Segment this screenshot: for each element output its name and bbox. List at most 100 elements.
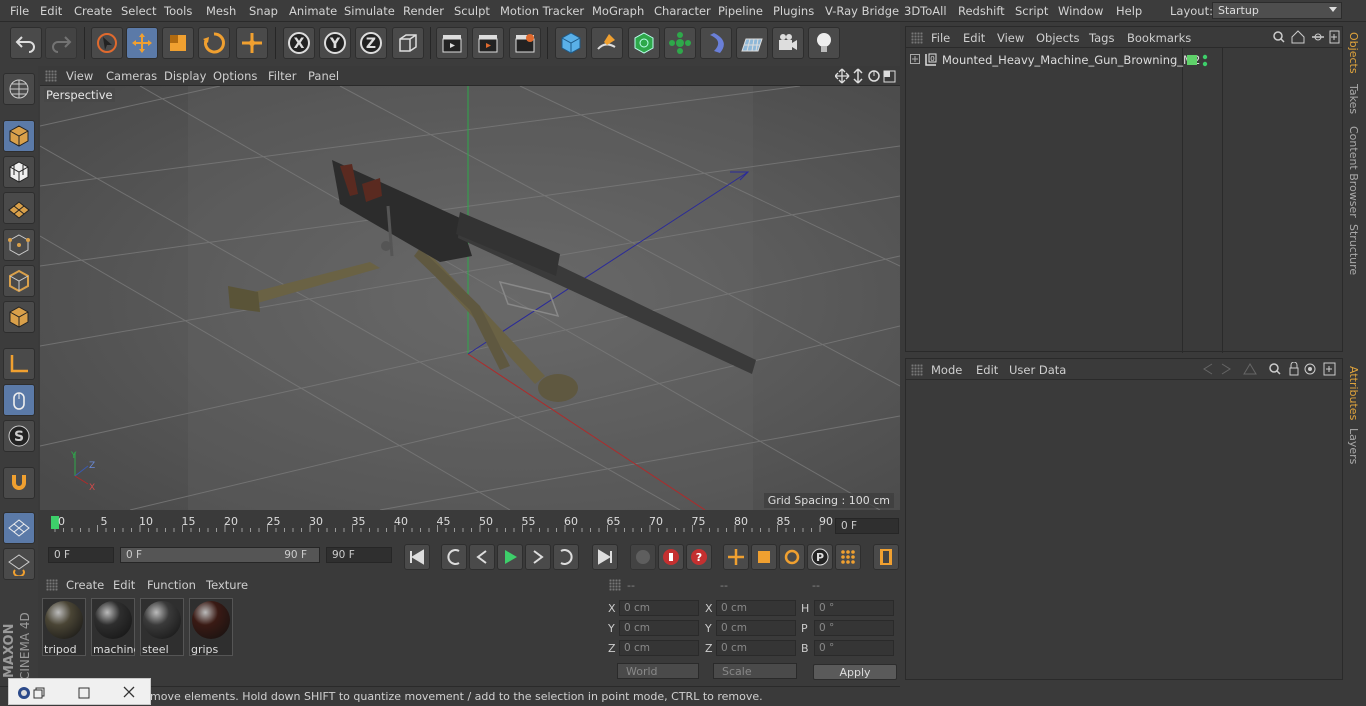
attribute-menu-edit[interactable]: Edit: [976, 363, 998, 377]
attribute-menu-mode[interactable]: Mode: [931, 363, 962, 377]
object-manager-tools[interactable]: [1272, 30, 1340, 44]
redo-button[interactable]: [45, 27, 77, 59]
menu-plugins[interactable]: Plugins: [773, 4, 814, 18]
panel-grip-icon[interactable]: [911, 364, 923, 376]
go-to-end-button[interactable]: [592, 544, 618, 570]
menu-character[interactable]: Character: [654, 4, 711, 18]
menu-file[interactable]: File: [10, 4, 29, 18]
menu-3dtoall[interactable]: 3DToAll: [904, 4, 947, 18]
camera-button[interactable]: [772, 27, 804, 59]
material-menu-function[interactable]: Function: [147, 578, 196, 592]
menu-select[interactable]: Select: [121, 4, 156, 18]
x-axis-button[interactable]: X: [283, 27, 315, 59]
key-scale-button[interactable]: [751, 544, 777, 570]
workplane-lock-button[interactable]: [3, 512, 35, 544]
subdivision-surface-button[interactable]: [628, 27, 660, 59]
object-menu-bookmarks[interactable]: Bookmarks: [1127, 31, 1191, 45]
tab-objects[interactable]: Objects: [1347, 32, 1360, 74]
material-menu-edit[interactable]: Edit: [113, 578, 135, 592]
material-menu-create[interactable]: Create: [66, 578, 104, 592]
material-swatch-grips[interactable]: grips: [189, 598, 233, 656]
tab-content-browser[interactable]: Content Browser: [1347, 126, 1360, 218]
menu-edit[interactable]: Edit: [40, 4, 62, 18]
auto-keying-button[interactable]: [658, 544, 684, 570]
end-frame-field[interactable]: 90 F: [326, 547, 392, 563]
menu-script[interactable]: Script: [1015, 4, 1048, 18]
timeline-window-button[interactable]: [873, 544, 899, 570]
rot-p-field[interactable]: 0 °: [814, 620, 894, 636]
floor-button[interactable]: [736, 27, 768, 59]
size-z-field[interactable]: 0 cm: [716, 640, 796, 656]
previous-frame-button[interactable]: [469, 544, 495, 570]
menu-help[interactable]: Help: [1116, 4, 1142, 18]
viewport-menu-display[interactable]: Display: [164, 69, 206, 83]
axis-mode-button[interactable]: [3, 348, 35, 380]
layout-select[interactable]: Startup: [1212, 2, 1342, 19]
key-position-button[interactable]: [723, 544, 749, 570]
material-swatch-machine[interactable]: machine: [91, 598, 135, 656]
material-menu-texture[interactable]: Texture: [206, 578, 248, 592]
coordinate-space-dropdown[interactable]: World: [617, 663, 699, 679]
layer-color-chip[interactable]: [1187, 55, 1197, 65]
viewport-menu-view[interactable]: View: [66, 69, 93, 83]
object-menu-tags[interactable]: Tags: [1089, 31, 1114, 45]
object-menu-edit[interactable]: Edit: [963, 31, 985, 45]
pos-x-field[interactable]: 0 cm: [619, 600, 699, 616]
material-swatch-steel[interactable]: steel: [140, 598, 184, 656]
record-keys-button[interactable]: [630, 544, 656, 570]
light-button[interactable]: [808, 27, 840, 59]
tab-structure[interactable]: Structure: [1347, 224, 1360, 275]
live-selection-button[interactable]: [91, 27, 123, 59]
current-frame-field[interactable]: 0 F: [835, 518, 899, 534]
viewport-menu-cameras[interactable]: Cameras: [106, 69, 157, 83]
undo-button[interactable]: [10, 27, 42, 59]
render-to-picture-viewer-button[interactable]: [472, 27, 504, 59]
menu-create[interactable]: Create: [74, 4, 112, 18]
start-frame-field[interactable]: 0 F: [48, 547, 114, 563]
menu-simulate[interactable]: Simulate: [344, 4, 395, 18]
panel-grip-icon[interactable]: [45, 70, 57, 82]
size-x-field[interactable]: 0 cm: [716, 600, 796, 616]
attribute-manager-tools[interactable]: [1200, 362, 1340, 376]
viewport-menu-panel[interactable]: Panel: [308, 69, 339, 83]
previous-key-button[interactable]: [441, 544, 467, 570]
pos-z-field[interactable]: 0 cm: [619, 640, 699, 656]
attribute-menu-user-data[interactable]: User Data: [1009, 363, 1066, 377]
move-tool-button[interactable]: [126, 27, 158, 59]
material-swatch-tripod[interactable]: tripod: [42, 598, 86, 656]
go-to-start-button[interactable]: [404, 544, 430, 570]
render-view-button[interactable]: [436, 27, 468, 59]
menu-sculpt[interactable]: Sculpt: [454, 4, 490, 18]
perspective-viewport[interactable]: Y Z X Perspective Grid Spacing : 100 cm: [40, 86, 900, 510]
menu-mograph[interactable]: MoGraph: [592, 4, 644, 18]
spline-pen-button[interactable]: [591, 27, 623, 59]
pos-y-field[interactable]: 0 cm: [619, 620, 699, 636]
next-key-button[interactable]: [553, 544, 579, 570]
tab-attributes[interactable]: Attributes: [1347, 366, 1360, 420]
restore-icon[interactable]: [33, 687, 45, 699]
menu-motion-tracker[interactable]: Motion Tracker: [500, 4, 584, 18]
apply-button[interactable]: Apply: [813, 664, 897, 680]
y-axis-button[interactable]: Y: [319, 27, 351, 59]
viewport-navigation-icons[interactable]: [835, 68, 897, 84]
transform-tool-button[interactable]: [236, 27, 268, 59]
frame-range-slider[interactable]: 0 F 90 F: [120, 547, 320, 563]
workplane-align-button[interactable]: [3, 548, 35, 580]
cube-primitive-button[interactable]: [555, 27, 587, 59]
menu-redshift[interactable]: Redshift: [958, 4, 1005, 18]
expand-plus-icon[interactable]: [910, 54, 920, 64]
size-y-field[interactable]: 0 cm: [716, 620, 796, 636]
play-button[interactable]: [497, 544, 523, 570]
menu-window[interactable]: Window: [1058, 4, 1103, 18]
close-icon[interactable]: [123, 686, 135, 698]
viewport-menu-filter[interactable]: Filter: [268, 69, 296, 83]
coordinate-system-button[interactable]: [392, 27, 424, 59]
rot-h-field[interactable]: 0 °: [814, 600, 894, 616]
size-mode-dropdown[interactable]: Scale: [713, 663, 797, 679]
viewport-menu-options[interactable]: Options: [213, 69, 257, 83]
workplane-mode-button[interactable]: [3, 192, 35, 224]
tweak-mode-button[interactable]: [3, 384, 35, 416]
scale-tool-button[interactable]: [162, 27, 194, 59]
key-parameter-button[interactable]: P: [807, 544, 833, 570]
edges-mode-button[interactable]: [3, 265, 35, 297]
